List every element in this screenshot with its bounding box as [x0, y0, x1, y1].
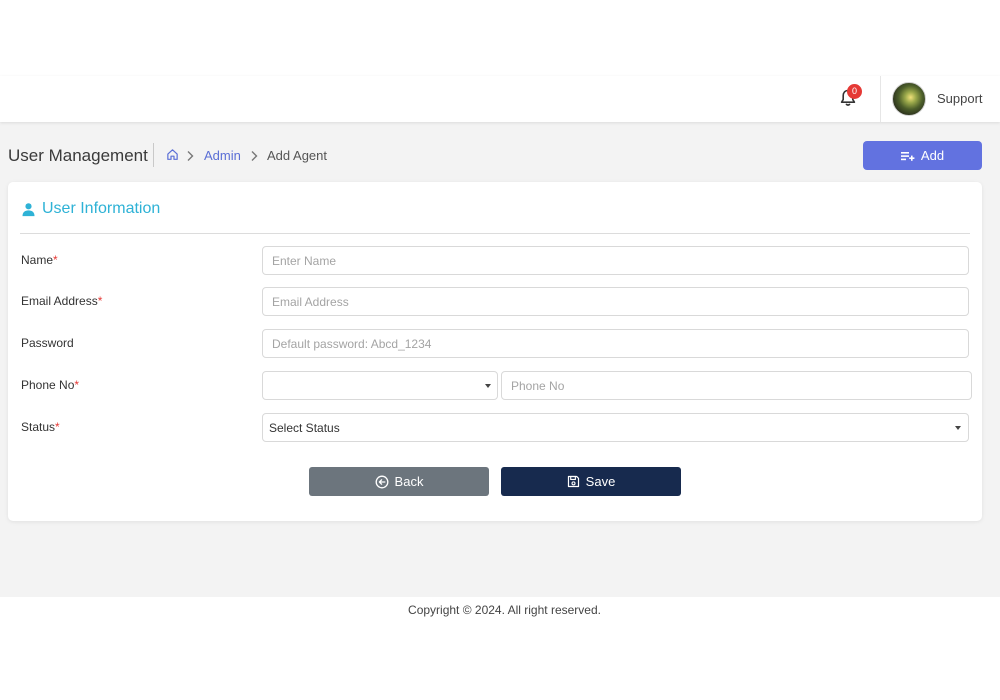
avatar[interactable]	[892, 82, 926, 116]
caret-down-icon	[485, 384, 491, 388]
breadcrumb-admin-link[interactable]: Admin	[204, 148, 241, 163]
chevron-right-icon	[186, 149, 195, 167]
chevron-right-icon	[250, 149, 259, 167]
required-marker: *	[53, 253, 58, 267]
playlist-add-icon	[900, 151, 915, 161]
breadcrumb-current: Add Agent	[267, 148, 327, 163]
back-button[interactable]: Back	[309, 467, 489, 496]
section-header: User Information	[21, 200, 160, 218]
phone-input[interactable]	[501, 371, 972, 400]
user-icon	[22, 202, 35, 216]
arrow-circle-left-icon	[375, 475, 388, 488]
name-input[interactable]	[262, 246, 969, 275]
email-label: Email Address*	[21, 294, 102, 308]
required-marker: *	[55, 420, 60, 434]
section-title: User Information	[42, 200, 161, 217]
status-label: Status*	[21, 420, 60, 434]
email-label-text: Email Address	[21, 294, 98, 308]
required-marker: *	[74, 378, 80, 392]
topbar-divider	[880, 76, 881, 122]
country-code-select[interactable]	[262, 371, 498, 400]
back-button-label: Back	[394, 474, 424, 489]
save-button-label: Save	[585, 474, 616, 489]
notification-badge: 0	[847, 84, 862, 99]
home-icon	[167, 149, 178, 160]
top-navbar: 0 Support	[0, 76, 1000, 122]
caret-down-icon	[955, 426, 961, 430]
name-label-text: Name	[21, 253, 54, 267]
section-divider	[20, 233, 970, 234]
status-select[interactable]: Select Status	[262, 413, 969, 442]
password-label-text: Password	[21, 336, 74, 350]
user-name[interactable]: Support	[937, 91, 983, 106]
floppy-disk-icon	[567, 475, 579, 488]
phone-label-text: Phone No	[21, 378, 75, 392]
email-input[interactable]	[262, 287, 969, 316]
password-label: Password	[21, 336, 74, 350]
phone-label: Phone No*	[21, 378, 79, 392]
notification-button[interactable]: 0	[838, 84, 862, 110]
add-button[interactable]: Add	[863, 141, 982, 170]
name-label: Name*	[21, 253, 58, 267]
page-title: User Management	[8, 146, 148, 165]
add-button-label: Add	[920, 148, 945, 163]
title-divider	[153, 143, 154, 167]
status-label-text: Status	[21, 420, 56, 434]
status-selected-value: Select Status	[269, 420, 340, 435]
required-marker: *	[97, 294, 103, 308]
user-information-card: User Information Name* Email Address* Pa…	[8, 182, 982, 521]
breadcrumb-home-link[interactable]	[166, 148, 179, 166]
save-button[interactable]: Save	[501, 467, 681, 496]
footer: Copyright © 2024. All right reserved.	[9, 597, 1000, 624]
password-input[interactable]	[262, 329, 969, 358]
copyright-text: Copyright © 2024. All right reserved.	[408, 603, 601, 617]
